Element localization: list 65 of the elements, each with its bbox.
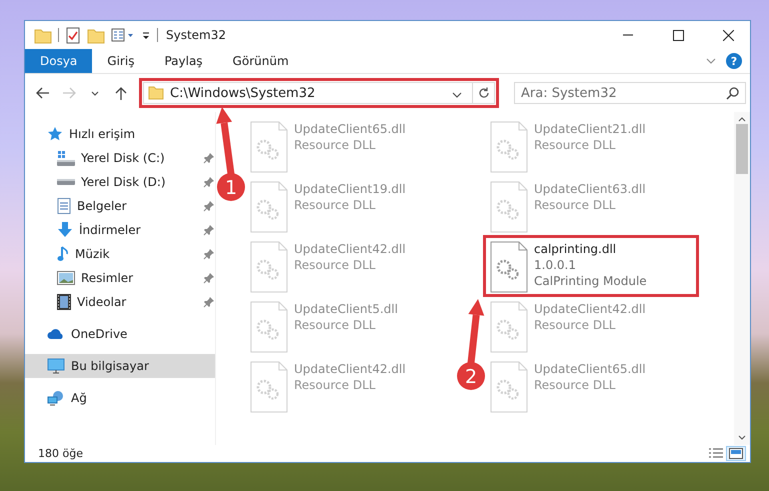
dll-file-icon — [250, 181, 288, 233]
item-count: 180 öğe — [38, 447, 84, 460]
callout-arrow — [468, 299, 484, 364]
callout-arrow — [216, 107, 234, 174]
dll-file-icon — [250, 301, 288, 353]
properties-icon[interactable] — [111, 26, 135, 44]
scroll-up-icon[interactable] — [738, 116, 746, 122]
sidebar-item[interactable]: Resimler — [25, 266, 215, 290]
up-arrow-icon — [115, 86, 127, 100]
maximize-icon — [672, 30, 684, 40]
dll-file-icon — [490, 241, 528, 293]
file-item[interactable]: calprinting.dll 1.0.0.1 CalPrinting Module — [486, 238, 696, 294]
sidebar-item[interactable]: Müzik — [25, 242, 215, 266]
sidebar-item[interactable]: Yerel Disk (C:) — [25, 146, 215, 170]
checklist-icon[interactable] — [65, 26, 81, 44]
window-title: System32 — [166, 28, 228, 42]
forward-arrow-icon — [62, 87, 76, 99]
sidebar-item[interactable]: Videolar — [25, 290, 215, 314]
search-field[interactable]: Ara: System32 — [514, 82, 746, 104]
expand-ribbon-icon[interactable] — [706, 58, 716, 64]
dll-file-icon — [250, 241, 288, 293]
step-badge: 1 — [217, 173, 245, 201]
sidebar-item[interactable]: Belgeler — [25, 194, 215, 218]
dll-file-icon — [250, 121, 288, 173]
sidebar-item[interactable]: Bu bilgisayar — [25, 354, 215, 378]
sidebar-item[interactable]: Hızlı erişim — [25, 122, 215, 146]
close-icon — [722, 30, 734, 40]
ribbon-tab[interactable]: Giriş — [92, 49, 150, 73]
tiles-view-button[interactable] — [726, 446, 746, 461]
back-arrow-icon — [36, 87, 50, 99]
sidebar-item[interactable]: Yerel Disk (D:) — [25, 170, 215, 194]
sidebar-item[interactable]: İndirmeler — [25, 218, 215, 242]
document-icon — [57, 198, 71, 214]
dll-file-icon — [250, 361, 288, 413]
drive-icon — [57, 150, 75, 166]
help-button[interactable]: ? — [726, 53, 742, 69]
dll-file-icon — [490, 121, 528, 173]
dll-file-icon — [490, 181, 528, 233]
computer-icon — [47, 358, 65, 374]
ribbon-tab[interactable]: Paylaş — [149, 49, 218, 73]
network-icon — [47, 390, 65, 406]
address-path: C:\Windows\System32 — [170, 86, 316, 100]
scrollbar-thumb[interactable] — [736, 124, 748, 174]
music-note-icon — [57, 246, 69, 262]
ribbon-tab[interactable]: Dosya — [25, 49, 92, 73]
folder-icon — [148, 86, 164, 100]
tile-view-icon — [729, 448, 743, 459]
chevron-down-icon — [452, 92, 462, 98]
drive-icon — [57, 179, 75, 185]
refresh-icon — [478, 87, 490, 99]
sidebar-item[interactable]: OneDrive — [25, 322, 215, 346]
cloud-icon — [47, 328, 65, 340]
film-icon — [57, 294, 71, 310]
list-lines-icon — [708, 448, 724, 459]
scroll-down-icon[interactable] — [738, 435, 746, 441]
ribbon-tab[interactable]: Görünüm — [218, 49, 304, 73]
download-arrow-icon — [57, 222, 73, 238]
step-badge: 2 — [457, 362, 485, 390]
chevron-down-icon — [91, 90, 99, 96]
star-icon — [47, 126, 63, 142]
scrollbar[interactable] — [734, 112, 750, 445]
dll-file-icon — [490, 361, 528, 413]
sidebar-item[interactable]: Ağ — [25, 386, 215, 410]
picture-icon — [57, 271, 75, 285]
dll-file-icon — [490, 301, 528, 353]
